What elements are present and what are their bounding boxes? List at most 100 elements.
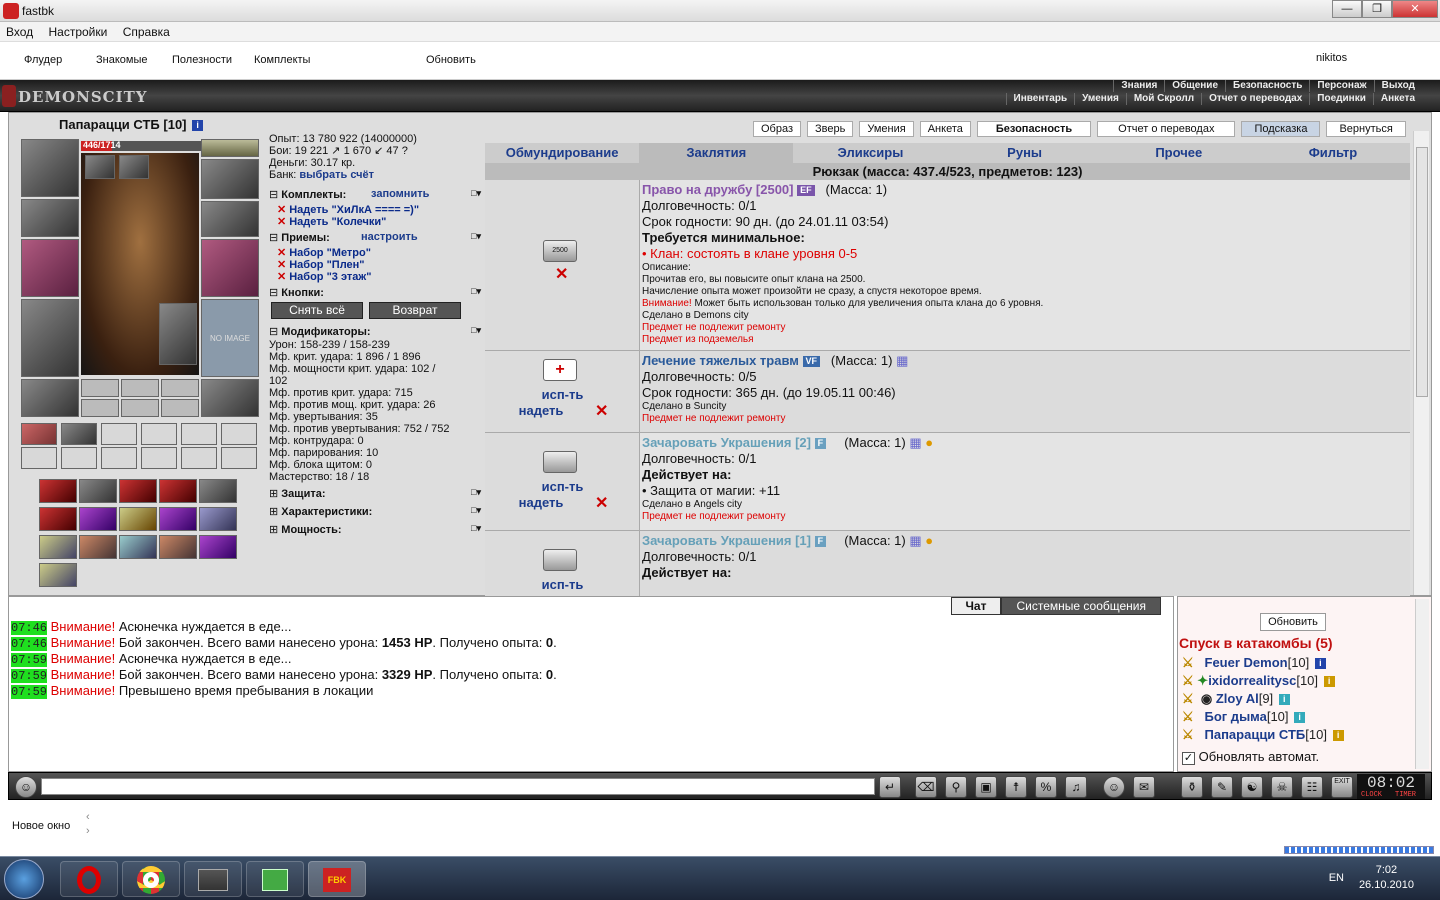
nav-profile[interactable]: Анкета xyxy=(1372,93,1422,105)
opera-icon[interactable] xyxy=(60,861,118,897)
use-button[interactable]: исп-ть xyxy=(485,577,640,592)
powers-collapse-control[interactable]: □▾ xyxy=(471,523,481,534)
pet-slot[interactable] xyxy=(159,303,197,365)
ring-slot[interactable] xyxy=(201,139,259,157)
delete-icon[interactable]: ✕ xyxy=(595,401,608,421)
menu-login[interactable]: Вход xyxy=(0,22,39,42)
return-button[interactable]: Возврат xyxy=(369,302,461,319)
skill-slot-13[interactable] xyxy=(119,535,157,559)
language-indicator[interactable]: EN xyxy=(1329,871,1344,886)
skill-slot-12[interactable] xyxy=(79,535,117,559)
armor-slot[interactable] xyxy=(21,299,79,377)
tab-hint[interactable]: Подсказка xyxy=(1241,121,1321,137)
moves-section[interactable]: ⊟ Приемы: настроить □▾ xyxy=(269,231,481,244)
exit-icon[interactable]: EXIT xyxy=(1331,776,1353,798)
maximize-button[interactable]: ❐ xyxy=(1362,0,1392,18)
nav-duels[interactable]: Поединки xyxy=(1309,93,1373,105)
belt-slot[interactable] xyxy=(21,379,79,417)
group-icon[interactable]: ☷ xyxy=(1301,776,1323,798)
weapon-left-slot[interactable] xyxy=(21,239,79,297)
nav-communication[interactable]: Общение xyxy=(1164,80,1225,92)
user-name[interactable]: ixidorrealitysc xyxy=(1208,673,1296,688)
potion-icon[interactable]: ⚱ xyxy=(1181,776,1203,798)
small-slot-6[interactable] xyxy=(161,399,199,417)
menu-help[interactable]: Справка xyxy=(117,22,176,42)
tab-system-messages[interactable]: Системные сообщения xyxy=(1001,597,1161,615)
info-icon[interactable]: i xyxy=(1323,676,1335,687)
tab-transfer-report[interactable]: Отчет о переводах xyxy=(1097,121,1236,137)
send-icon[interactable]: ↵ xyxy=(879,776,901,798)
belt-item-4[interactable] xyxy=(141,423,177,445)
protection-section[interactable]: ⊞ Защита: □▾ xyxy=(269,487,481,500)
folder-icon[interactable] xyxy=(184,861,242,897)
user-name[interactable]: Feuer Demon xyxy=(1205,655,1288,670)
tab-elixirs[interactable]: Эликсиры xyxy=(793,143,947,163)
characteristics-collapse-control[interactable]: □▾ xyxy=(471,505,481,516)
remove-icon[interactable]: ✕ xyxy=(277,216,286,228)
user-name[interactable]: Zloy Al xyxy=(1216,691,1259,706)
sets-section[interactable]: ⊟ Комплекты: запомнить □▾ xyxy=(269,188,481,201)
nav-knowledge[interactable]: Знания xyxy=(1113,80,1164,92)
item-name[interactable]: Лечение тяжелых травм xyxy=(642,353,799,368)
save-icon[interactable]: ▣ xyxy=(975,776,997,798)
new-window-tab[interactable]: Новое окно xyxy=(12,820,70,832)
protection-collapse-control[interactable]: □▾ xyxy=(471,487,481,498)
tab-beast[interactable]: Зверь xyxy=(807,121,854,137)
nav-skills[interactable]: Умения xyxy=(1074,93,1126,105)
belt-item-3[interactable] xyxy=(101,423,137,445)
mods-section[interactable]: ⊟ Модификаторы: □▾ xyxy=(269,325,481,338)
skill-slot-2[interactable] xyxy=(79,479,117,503)
smile-menu-icon[interactable]: ☺ xyxy=(15,776,37,798)
small-slot-2[interactable] xyxy=(121,379,159,397)
autorefresh-checkbox[interactable]: ✓ xyxy=(1182,752,1195,765)
belt-item-1[interactable] xyxy=(21,423,57,445)
shield-slot[interactable]: NO IMAGE xyxy=(201,299,259,377)
tab-chat[interactable]: Чат xyxy=(950,597,1002,615)
skill-slot-10[interactable] xyxy=(199,507,237,531)
skill-slot-16[interactable] xyxy=(39,563,77,587)
online-user[interactable]: ⚔ Папарацци СТБ[10] i xyxy=(1182,727,1344,743)
item-name[interactable]: Право на дружбу [2500] xyxy=(642,182,794,197)
chrome-icon[interactable] xyxy=(122,861,180,897)
nav-character[interactable]: Персонаж xyxy=(1309,80,1373,92)
sound-icon[interactable]: ♫ xyxy=(1065,776,1087,798)
remove-icon[interactable]: ✕ xyxy=(277,271,286,283)
skill-slot-14[interactable] xyxy=(159,535,197,559)
bandicam-icon[interactable] xyxy=(246,861,304,897)
skull-icon[interactable]: ☠ xyxy=(1271,776,1293,798)
minimize-button[interactable]: — xyxy=(1332,0,1362,18)
close-button[interactable]: ✕ xyxy=(1392,0,1438,18)
gloves-slot[interactable] xyxy=(201,201,259,237)
refresh-button[interactable]: Обновить xyxy=(426,54,476,66)
nav-security[interactable]: Безопасность xyxy=(1225,80,1309,92)
item-name[interactable]: Зачаровать Украшения [2] xyxy=(642,435,811,450)
skill-slot-1[interactable] xyxy=(39,479,77,503)
skill-slot-5[interactable] xyxy=(199,479,237,503)
skill-slot-15[interactable] xyxy=(199,535,237,559)
small-slot-4[interactable] xyxy=(81,399,119,417)
tab-return[interactable]: Вернуться xyxy=(1326,121,1406,137)
tab-spells[interactable]: Заклятия xyxy=(639,143,794,163)
tab-skills[interactable]: Умения xyxy=(859,121,914,137)
info-icon[interactable]: i xyxy=(1294,712,1306,723)
nav-transfer-report[interactable]: Отчет о переводах xyxy=(1201,93,1309,105)
item-list-scrollbar[interactable] xyxy=(1413,131,1429,595)
online-scrollbar[interactable] xyxy=(1415,599,1429,769)
online-user[interactable]: ⚔ Бог дыма[10] i xyxy=(1182,709,1306,725)
skill-slot-7[interactable] xyxy=(79,507,117,531)
belt-item-2[interactable] xyxy=(61,423,97,445)
emoticon-icon[interactable]: ☺ xyxy=(1103,776,1125,798)
chat-input[interactable] xyxy=(41,778,875,795)
friends-button[interactable]: Знакомые xyxy=(96,54,147,66)
bracers-slot[interactable] xyxy=(21,199,79,237)
percent-icon[interactable]: % xyxy=(1035,776,1057,798)
online-user[interactable]: ⚔ Feuer Demon[10] i xyxy=(1182,655,1326,671)
belt-item-7[interactable] xyxy=(21,447,57,469)
remove-all-button[interactable]: Снять всё xyxy=(271,302,363,319)
buttons-collapse-control[interactable]: □▾ xyxy=(471,286,481,297)
item-name[interactable]: Зачаровать Украшения [1] xyxy=(642,533,811,548)
earring-slot[interactable] xyxy=(119,155,149,179)
remember-link[interactable]: запомнить xyxy=(369,188,432,200)
fastbk-app-icon[interactable]: FBK xyxy=(308,861,366,897)
info-icon[interactable]: i xyxy=(1314,658,1326,669)
